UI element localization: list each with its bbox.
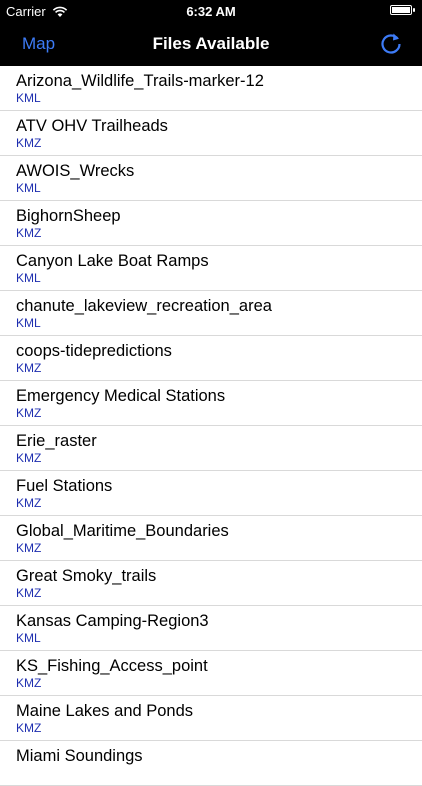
file-name: Canyon Lake Boat Ramps bbox=[16, 252, 209, 270]
file-type: KML bbox=[16, 91, 41, 105]
refresh-icon[interactable] bbox=[378, 30, 404, 56]
file-type: KML bbox=[16, 181, 41, 195]
file-row[interactable]: Fuel Stations KMZ bbox=[0, 471, 422, 516]
file-name: KS_Fishing_Access_point bbox=[16, 657, 208, 675]
file-type: KMZ bbox=[16, 676, 42, 690]
file-type: KMZ bbox=[16, 361, 42, 375]
file-row[interactable]: BighornSheep KMZ bbox=[0, 201, 422, 246]
file-row[interactable]: Kansas Camping-Region3 KML bbox=[0, 606, 422, 651]
file-name: coops-tidepredictions bbox=[16, 342, 172, 360]
file-name: Arizona_Wildlife_Trails-marker-12 bbox=[16, 72, 264, 90]
file-name: ATV OHV Trailheads bbox=[16, 117, 168, 135]
file-row[interactable]: Miami Soundings bbox=[0, 741, 422, 786]
file-row[interactable]: chanute_lakeview_recreation_area KML bbox=[0, 291, 422, 336]
status-time: 6:32 AM bbox=[186, 4, 236, 19]
battery-icon bbox=[390, 5, 415, 15]
file-row[interactable]: Global_Maritime_Boundaries KMZ bbox=[0, 516, 422, 561]
file-type: KMZ bbox=[16, 541, 42, 555]
file-type: KML bbox=[16, 631, 41, 645]
file-name: Emergency Medical Stations bbox=[16, 387, 226, 405]
file-type: KML bbox=[16, 316, 41, 330]
file-type: KMZ bbox=[16, 136, 42, 150]
file-name: chanute_lakeview_recreation_area bbox=[16, 297, 272, 315]
file-row[interactable]: Arizona_Wildlife_Trails-marker-12 KML bbox=[0, 66, 422, 111]
file-name: Maine Lakes and Ponds bbox=[16, 702, 194, 720]
file-name: AWOIS_Wrecks bbox=[16, 162, 135, 180]
file-type: KMZ bbox=[16, 496, 42, 510]
file-name: BighornSheep bbox=[16, 207, 121, 225]
file-type: KML bbox=[16, 271, 41, 285]
file-row[interactable]: Maine Lakes and Ponds KMZ bbox=[0, 696, 422, 741]
file-type: KMZ bbox=[16, 406, 42, 420]
file-type: KMZ bbox=[16, 721, 42, 735]
file-row[interactable]: AWOIS_Wrecks KML bbox=[0, 156, 422, 201]
status-bar: Carrier 6:32 AM bbox=[0, 0, 422, 22]
files-list: Arizona_Wildlife_Trails-marker-12 KML ATV … bbox=[0, 66, 422, 786]
file-name: Great Smoky_trails bbox=[16, 567, 157, 585]
page-title: Files Available bbox=[152, 34, 270, 53]
file-name: Global_Maritime_Boundaries bbox=[16, 522, 229, 540]
file-type: KMZ bbox=[16, 226, 42, 240]
file-row[interactable]: coops-tidepredictions KMZ bbox=[0, 336, 422, 381]
file-name: Miami Soundings bbox=[16, 747, 143, 765]
file-row[interactable]: Emergency Medical Stations KMZ bbox=[0, 381, 422, 426]
file-row[interactable]: Great Smoky_trails KMZ bbox=[0, 561, 422, 606]
file-name: Fuel Stations bbox=[16, 477, 113, 495]
file-type: KMZ bbox=[16, 586, 42, 600]
file-name: Erie_raster bbox=[16, 432, 97, 450]
file-row[interactable]: Canyon Lake Boat Ramps KML bbox=[0, 246, 422, 291]
file-row[interactable]: KS_Fishing_Access_point KMZ bbox=[0, 651, 422, 696]
navigation-bar: Map Files Available bbox=[0, 22, 422, 66]
file-type: KMZ bbox=[16, 451, 42, 465]
file-name: Kansas Camping-Region3 bbox=[16, 612, 209, 630]
file-row[interactable]: ATV OHV Trailheads KMZ bbox=[0, 111, 422, 156]
file-row[interactable]: Erie_raster KMZ bbox=[0, 426, 422, 471]
